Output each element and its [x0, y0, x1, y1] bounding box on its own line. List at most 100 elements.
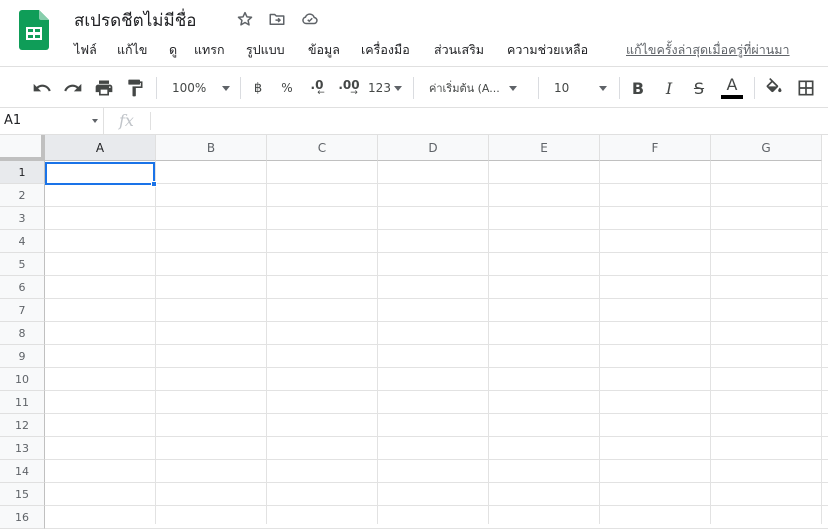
- selected-cell[interactable]: [45, 162, 157, 187]
- menu-view[interactable]: ดู: [169, 40, 177, 60]
- toolbar-separator: [754, 77, 755, 99]
- row-gridline: [45, 436, 828, 437]
- row-header[interactable]: 4: [0, 230, 45, 253]
- paint-format-button[interactable]: [124, 76, 146, 100]
- formula-input[interactable]: [156, 108, 828, 134]
- text-color-label: A: [726, 75, 738, 94]
- fill-handle[interactable]: [151, 181, 157, 187]
- italic-button[interactable]: I: [660, 76, 678, 100]
- row-gridline: [45, 367, 828, 368]
- cell-area[interactable]: [45, 161, 828, 529]
- column-gridline: [710, 161, 711, 524]
- print-icon: [95, 80, 113, 96]
- strikethrough-button[interactable]: S: [690, 76, 708, 100]
- menu-insert[interactable]: แทรก: [194, 40, 225, 60]
- menu-data[interactable]: ข้อมูล: [308, 40, 340, 60]
- row-header[interactable]: 10: [0, 368, 45, 391]
- menu-help[interactable]: ความช่วยเหลือ: [507, 40, 588, 60]
- text-color-swatch: [721, 95, 743, 99]
- row-header[interactable]: 13: [0, 437, 45, 460]
- column-header[interactable]: D: [378, 135, 489, 161]
- title-bar: สเปรดชีตไม่มีชื่อ ไฟล์ แก้ไข ดู แทรก รูป…: [0, 0, 828, 66]
- more-formats-button[interactable]: 123: [366, 76, 404, 100]
- row-header[interactable]: 3: [0, 207, 45, 230]
- borders-button[interactable]: [795, 76, 817, 100]
- toolbar-separator: [538, 77, 539, 99]
- row-header[interactable]: 14: [0, 460, 45, 483]
- arrow-right-icon: →: [350, 87, 358, 98]
- row-header[interactable]: 15: [0, 483, 45, 506]
- formula-separator: [150, 112, 151, 130]
- font-size-select[interactable]: 10: [548, 76, 612, 100]
- chevron-down-icon: [222, 85, 231, 91]
- chevron-down-icon: [508, 85, 517, 91]
- row-header[interactable]: 2: [0, 184, 45, 207]
- print-button[interactable]: [93, 76, 115, 100]
- paint-format-icon: [128, 79, 143, 97]
- column-header[interactable]: C: [267, 135, 378, 161]
- increase-decimal-button[interactable]: .00 →: [336, 76, 362, 100]
- column-header[interactable]: B: [156, 135, 267, 161]
- row-gridline: [45, 206, 828, 207]
- chevron-down-icon: [393, 85, 402, 91]
- toolbar-separator: [619, 77, 620, 99]
- row-gridline: [45, 252, 828, 253]
- row-header[interactable]: 8: [0, 322, 45, 345]
- redo-icon: [64, 83, 82, 92]
- row-gridline: [45, 459, 828, 460]
- menu-edit[interactable]: แก้ไข: [117, 40, 147, 60]
- row-header[interactable]: 1: [0, 161, 45, 184]
- zoom-select[interactable]: 100%: [165, 76, 231, 100]
- percent-format-button[interactable]: %: [278, 76, 296, 100]
- row-gridline: [45, 413, 828, 414]
- row-header[interactable]: 7: [0, 299, 45, 322]
- star-icon[interactable]: [235, 9, 255, 29]
- font-family-select[interactable]: ค่าเริ่มต้น (A...: [424, 76, 530, 100]
- column-header[interactable]: A: [45, 135, 156, 161]
- column-gridline: [488, 161, 489, 524]
- select-all-corner[interactable]: [0, 135, 45, 161]
- menu-tools[interactable]: เครื่องมือ: [361, 40, 410, 60]
- menu-file[interactable]: ไฟล์: [74, 40, 97, 60]
- row-gridline: [45, 275, 828, 276]
- sheets-logo-icon[interactable]: [19, 10, 49, 50]
- redo-button[interactable]: [62, 76, 84, 100]
- row-header[interactable]: 6: [0, 276, 45, 299]
- row-header[interactable]: 12: [0, 414, 45, 437]
- undo-button[interactable]: [31, 76, 53, 100]
- currency-format-button[interactable]: ฿: [249, 76, 267, 100]
- toolbar-separator: [240, 77, 241, 99]
- toolbar: 100% ฿ % .0 ← .00 → 123 ค่าเริ่มต้น (A..…: [0, 66, 828, 108]
- row-header[interactable]: 11: [0, 391, 45, 414]
- menu-addons[interactable]: ส่วนเสริม: [434, 40, 484, 60]
- move-to-folder-icon[interactable]: [267, 9, 287, 29]
- zoom-value: 100%: [172, 81, 207, 95]
- formula-bar: A1 fx: [0, 108, 828, 135]
- row-gridline: [45, 505, 828, 506]
- row-header[interactable]: 5: [0, 253, 45, 276]
- column-gridline: [599, 161, 600, 524]
- arrow-left-icon: ←: [317, 87, 325, 98]
- name-box[interactable]: A1: [0, 108, 104, 134]
- last-edit-link[interactable]: แก้ไขครั้งล่าสุดเมื่อครู่ที่ผ่านมา: [626, 40, 790, 60]
- row-gridline: [45, 183, 828, 184]
- cloud-status-icon[interactable]: [300, 9, 320, 29]
- text-color-button[interactable]: A: [719, 76, 745, 100]
- decrease-decimal-button[interactable]: .0 ←: [305, 76, 329, 100]
- column-header[interactable]: F: [600, 135, 711, 161]
- name-box-value: A1: [4, 113, 22, 128]
- more-formats-label: 123: [368, 81, 391, 95]
- font-size-value: 10: [554, 81, 570, 95]
- spreadsheet-grid: ABCDEFG 1 2 3 4 5 6 7 8 9 10 11 12 13 14 15 16: [0, 135, 828, 529]
- row-header[interactable]: 9: [0, 345, 45, 368]
- document-title[interactable]: สเปรดชีตไม่มีชื่อ: [74, 7, 196, 34]
- column-header[interactable]: G: [711, 135, 822, 161]
- menu-format[interactable]: รูปแบบ: [246, 40, 285, 60]
- row-gridline: [45, 321, 828, 322]
- column-header[interactable]: E: [489, 135, 600, 161]
- row-header[interactable]: 16: [0, 506, 45, 529]
- fill-color-button[interactable]: [763, 76, 785, 100]
- fill-color-icon: [766, 78, 782, 93]
- column-gridline: [821, 161, 822, 524]
- bold-button[interactable]: B: [629, 76, 647, 100]
